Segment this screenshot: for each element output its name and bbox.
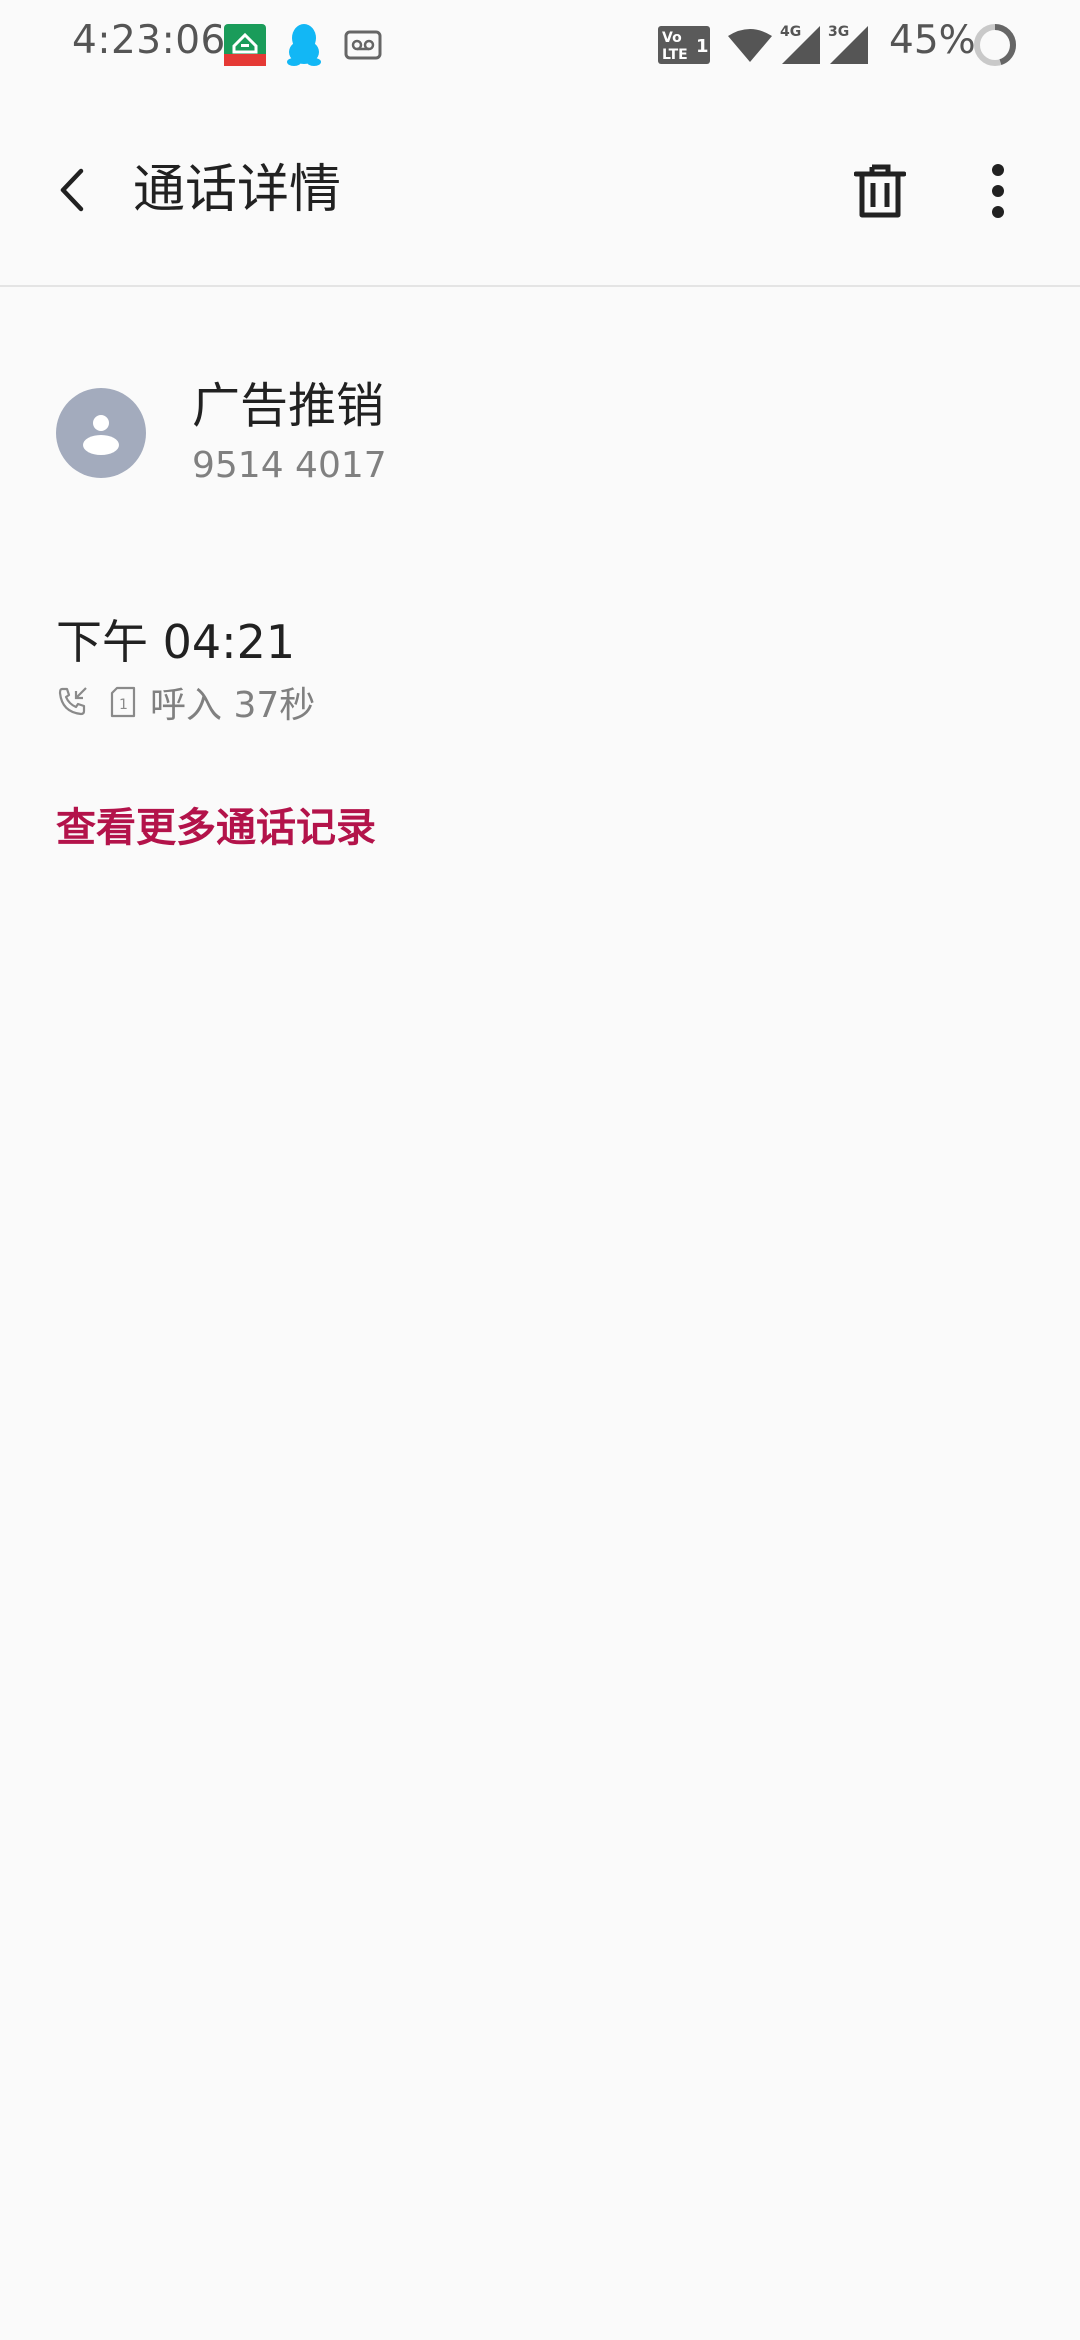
volte-icon: Vo LTE 1 xyxy=(658,26,710,64)
status-time: 4:23:06 xyxy=(72,18,226,63)
wifi-icon xyxy=(726,28,774,64)
delete-button[interactable] xyxy=(845,156,915,226)
more-options-button[interactable] xyxy=(968,156,1028,226)
voicemail-icon xyxy=(344,30,382,60)
qq-browser-icon xyxy=(224,24,266,66)
signal-3g-icon: 3G xyxy=(828,22,870,66)
call-type-duration: 呼入 37秒 xyxy=(150,685,316,726)
page-title: 通话详情 xyxy=(133,160,342,220)
battery-icon xyxy=(972,22,1018,68)
app-bar: 通话详情 xyxy=(0,92,1080,287)
incoming-call-icon xyxy=(58,687,87,716)
back-button[interactable] xyxy=(40,150,104,230)
svg-text:3G: 3G xyxy=(828,24,849,40)
signal-4g-icon: 4G xyxy=(780,22,822,66)
call-time: 下午 04:21 xyxy=(56,615,296,669)
avatar[interactable] xyxy=(56,388,146,478)
battery-percent: 45% xyxy=(889,18,976,63)
person-icon xyxy=(83,415,119,455)
contact-name: 广告推销 xyxy=(192,378,385,434)
sim-card-icon: 1 xyxy=(110,686,136,718)
chevron-left-icon xyxy=(60,168,84,212)
svg-text:4G: 4G xyxy=(780,24,801,40)
sim-number: 1 xyxy=(119,697,128,713)
contact-number: 9514 4017 xyxy=(192,445,387,486)
call-details-screen: 4:23:06 Vo LTE 1 4G 3G 45% 通话详情 广告推销 951… xyxy=(0,0,1080,2340)
view-more-call-history-link[interactable]: 查看更多通话记录 xyxy=(56,802,376,854)
qq-icon xyxy=(286,22,322,68)
svg-text:Vo: Vo xyxy=(662,30,682,46)
trash-icon xyxy=(854,164,906,218)
more-vertical-icon xyxy=(992,164,1004,218)
svg-text:1: 1 xyxy=(696,36,709,57)
svg-text:LTE: LTE xyxy=(662,47,688,63)
status-bar: 4:23:06 Vo LTE 1 4G 3G 45% xyxy=(0,0,1080,92)
call-meta: 1 呼入 37秒 xyxy=(56,680,315,726)
